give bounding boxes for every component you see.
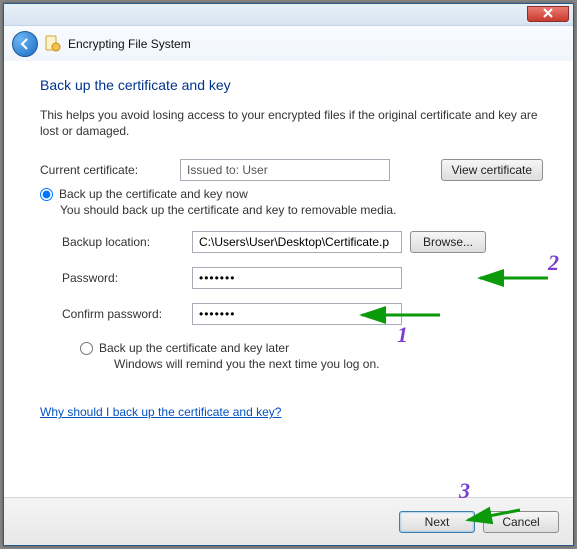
confirm-password-label: Confirm password: [62,307,192,321]
password-field[interactable] [192,267,402,289]
radio-backup-now-label: Back up the certificate and key now [59,187,248,201]
confirm-password-field[interactable] [192,303,402,325]
page-heading: Back up the certificate and key [40,77,543,93]
certificate-icon [44,35,62,53]
wizard-window: Encrypting File System Back up the certi… [3,3,574,546]
next-button[interactable]: Next [399,511,475,533]
header-bar: Encrypting File System [4,26,573,61]
password-row: Password: [62,267,543,289]
close-button[interactable] [527,6,569,22]
back-button[interactable] [12,31,38,57]
cancel-button[interactable]: Cancel [483,511,559,533]
radio-backup-later-input[interactable] [80,342,93,355]
radio-backup-later-label: Back up the certificate and key later [99,341,289,355]
current-cert-label: Current certificate: [40,163,180,177]
window-title: Encrypting File System [68,37,191,51]
backup-location-row: Backup location: Browse... [62,231,543,253]
radio-backup-now-input[interactable] [40,188,53,201]
confirm-password-row: Confirm password: [62,303,543,325]
radio-backup-now[interactable]: Back up the certificate and key now [40,187,543,201]
content-area: Back up the certificate and key This hel… [4,61,573,497]
radio-backup-later[interactable]: Back up the certificate and key later [80,341,543,355]
browse-button[interactable]: Browse... [410,231,486,253]
view-certificate-button[interactable]: View certificate [441,159,543,181]
backup-location-label: Backup location: [62,235,192,249]
help-text: This helps you avoid losing access to yo… [40,107,543,139]
current-cert-field [180,159,390,181]
footer-bar: Next Cancel [4,497,573,545]
backup-location-field[interactable] [192,231,402,253]
why-backup-link[interactable]: Why should I back up the certificate and… [40,405,281,419]
titlebar [4,4,573,26]
current-cert-row: Current certificate: View certificate [40,159,543,181]
close-icon [542,7,554,19]
radio-backup-later-sub: Windows will remind you the next time yo… [114,357,543,371]
back-arrow-icon [18,37,32,51]
radio-backup-now-sub: You should back up the certificate and k… [60,203,543,217]
password-label: Password: [62,271,192,285]
